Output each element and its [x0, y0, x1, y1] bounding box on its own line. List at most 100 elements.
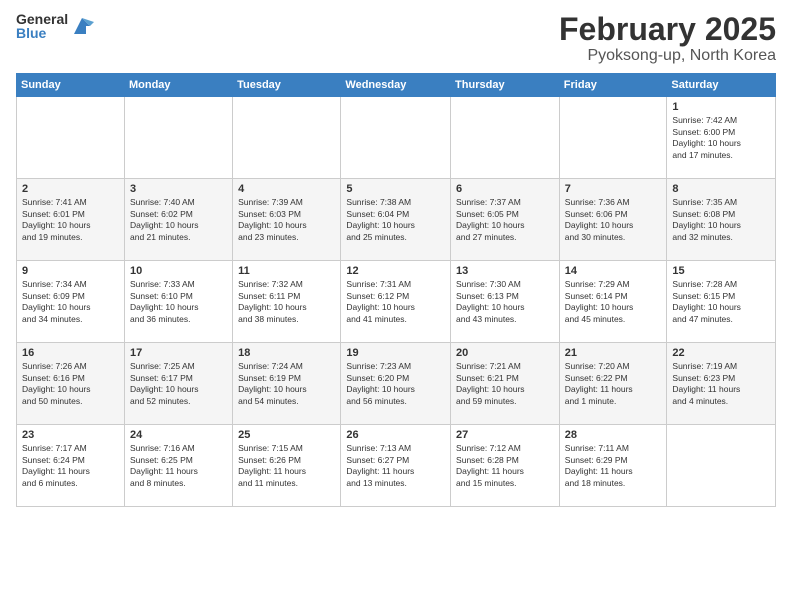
calendar-week-3: 16Sunrise: 7:26 AM Sunset: 6:16 PM Dayli… [17, 343, 776, 425]
day-info: Sunrise: 7:31 AM Sunset: 6:12 PM Dayligh… [346, 279, 445, 325]
day-number: 9 [22, 265, 119, 277]
day-info: Sunrise: 7:13 AM Sunset: 6:27 PM Dayligh… [346, 443, 445, 489]
day-number: 2 [22, 183, 119, 195]
day-number: 25 [238, 429, 335, 441]
day-number: 5 [346, 183, 445, 195]
day-info: Sunrise: 7:24 AM Sunset: 6:19 PM Dayligh… [238, 361, 335, 407]
header: General Blue February 2025 Pyoksong-up, … [16, 12, 776, 65]
calendar-week-4: 23 Sunrise: 7:17 AM Sunset: 6:24 PM Dayli… [17, 425, 776, 507]
day-number: 22 [672, 347, 770, 359]
logo: General Blue [16, 12, 94, 40]
calendar-week-2: 9 Sunrise: 7:34 AM Sunset: 6:09 PM Daylig… [17, 261, 776, 343]
day-info: Sunrise: 7:41 AM Sunset: 6:01 PM Dayligh… [22, 197, 119, 243]
day-number: 4 [238, 183, 335, 195]
day-info: Sunrise: 7:32 AM Sunset: 6:11 PM Dayligh… [238, 279, 335, 325]
calendar-cell: 10 Sunrise: 7:33 AM Sunset: 6:10 PM Dayli… [124, 261, 232, 343]
day-info: Sunrise: 7:26 AM Sunset: 6:16 PM Dayligh… [22, 361, 119, 407]
day-info: Sunrise: 7:21 AM Sunset: 6:21 PM Dayligh… [456, 361, 554, 407]
day-info: Sunrise: 7:37 AM Sunset: 6:05 PM Dayligh… [456, 197, 554, 243]
day-info: Sunrise: 7:25 AM Sunset: 6:17 PM Dayligh… [130, 361, 227, 407]
calendar-header-friday: Friday [559, 74, 667, 97]
calendar-cell: 5 Sunrise: 7:38 AM Sunset: 6:04 PM Daylig… [341, 179, 451, 261]
calendar-cell [233, 97, 341, 179]
calendar-cell [451, 97, 560, 179]
day-info: Sunrise: 7:39 AM Sunset: 6:03 PM Dayligh… [238, 197, 335, 243]
calendar-cell: 2 Sunrise: 7:41 AM Sunset: 6:01 PM Daylig… [17, 179, 125, 261]
day-info: Sunrise: 7:28 AM Sunset: 6:15 PM Dayligh… [672, 279, 770, 325]
day-number: 28 [565, 429, 662, 441]
calendar-header-saturday: Saturday [667, 74, 776, 97]
day-number: 23 [22, 429, 119, 441]
day-info: Sunrise: 7:33 AM Sunset: 6:10 PM Dayligh… [130, 279, 227, 325]
calendar-cell: 22 Sunrise: 7:19 AM Sunset: 6:23 PM Dayli… [667, 343, 776, 425]
calendar-cell [341, 97, 451, 179]
day-number: 19 [346, 347, 445, 359]
calendar-header-tuesday: Tuesday [233, 74, 341, 97]
day-info: Sunrise: 7:12 AM Sunset: 6:28 PM Dayligh… [456, 443, 554, 489]
calendar-cell: 13Sunrise: 7:30 AM Sunset: 6:13 PM Dayli… [451, 261, 560, 343]
calendar-cell [559, 97, 667, 179]
calendar-cell [667, 425, 776, 507]
day-number: 26 [346, 429, 445, 441]
calendar-week-0: 1 Sunrise: 7:42 AM Sunset: 6:00 PM Daylig… [17, 97, 776, 179]
day-info: Sunrise: 7:38 AM Sunset: 6:04 PM Dayligh… [346, 197, 445, 243]
calendar-cell: 20 Sunrise: 7:21 AM Sunset: 6:21 PM Dayli… [451, 343, 560, 425]
day-info: Sunrise: 7:20 AM Sunset: 6:22 PM Dayligh… [565, 361, 662, 407]
logo-text: General Blue [16, 12, 68, 40]
calendar-cell: 4 Sunrise: 7:39 AM Sunset: 6:03 PM Daylig… [233, 179, 341, 261]
day-number: 7 [565, 183, 662, 195]
day-info: Sunrise: 7:15 AM Sunset: 6:26 PM Dayligh… [238, 443, 335, 489]
day-info: Sunrise: 7:40 AM Sunset: 6:02 PM Dayligh… [130, 197, 227, 243]
logo-blue: Blue [16, 26, 68, 40]
title-section: February 2025 Pyoksong-up, North Korea [559, 12, 776, 65]
logo-general: General [16, 12, 68, 26]
day-number: 21 [565, 347, 662, 359]
month-title: February 2025 [559, 12, 776, 47]
day-number: 24 [130, 429, 227, 441]
calendar-week-1: 2 Sunrise: 7:41 AM Sunset: 6:01 PM Daylig… [17, 179, 776, 261]
day-number: 20 [456, 347, 554, 359]
calendar-cell: 9 Sunrise: 7:34 AM Sunset: 6:09 PM Daylig… [17, 261, 125, 343]
day-number: 6 [456, 183, 554, 195]
logo-icon [70, 14, 94, 38]
day-info: Sunrise: 7:36 AM Sunset: 6:06 PM Dayligh… [565, 197, 662, 243]
calendar-cell: 3Sunrise: 7:40 AM Sunset: 6:02 PM Daylig… [124, 179, 232, 261]
day-info: Sunrise: 7:23 AM Sunset: 6:20 PM Dayligh… [346, 361, 445, 407]
day-info: Sunrise: 7:35 AM Sunset: 6:08 PM Dayligh… [672, 197, 770, 243]
day-number: 17 [130, 347, 227, 359]
calendar-header-row: SundayMondayTuesdayWednesdayThursdayFrid… [17, 74, 776, 97]
day-info: Sunrise: 7:16 AM Sunset: 6:25 PM Dayligh… [130, 443, 227, 489]
day-number: 10 [130, 265, 227, 277]
calendar-header-monday: Monday [124, 74, 232, 97]
day-info: Sunrise: 7:11 AM Sunset: 6:29 PM Dayligh… [565, 443, 662, 489]
day-number: 8 [672, 183, 770, 195]
calendar-header-sunday: Sunday [17, 74, 125, 97]
calendar-cell: 28 Sunrise: 7:11 AM Sunset: 6:29 PM Dayli… [559, 425, 667, 507]
calendar-cell: 15 Sunrise: 7:28 AM Sunset: 6:15 PM Dayli… [667, 261, 776, 343]
day-info: Sunrise: 7:19 AM Sunset: 6:23 PM Dayligh… [672, 361, 770, 407]
location: Pyoksong-up, North Korea [559, 47, 776, 65]
day-number: 18 [238, 347, 335, 359]
calendar-cell: 12 Sunrise: 7:31 AM Sunset: 6:12 PM Dayli… [341, 261, 451, 343]
calendar-cell [17, 97, 125, 179]
day-info: Sunrise: 7:29 AM Sunset: 6:14 PM Dayligh… [565, 279, 662, 325]
day-info: Sunrise: 7:34 AM Sunset: 6:09 PM Dayligh… [22, 279, 119, 325]
calendar-header-thursday: Thursday [451, 74, 560, 97]
page: General Blue February 2025 Pyoksong-up, … [0, 0, 792, 612]
calendar-header-wednesday: Wednesday [341, 74, 451, 97]
day-info: Sunrise: 7:42 AM Sunset: 6:00 PM Dayligh… [672, 115, 770, 161]
calendar-cell: 23 Sunrise: 7:17 AM Sunset: 6:24 PM Dayli… [17, 425, 125, 507]
calendar-cell: 11Sunrise: 7:32 AM Sunset: 6:11 PM Dayli… [233, 261, 341, 343]
calendar-cell [124, 97, 232, 179]
day-number: 14 [565, 265, 662, 277]
calendar-cell: 19 Sunrise: 7:23 AM Sunset: 6:20 PM Dayli… [341, 343, 451, 425]
calendar-cell: 8 Sunrise: 7:35 AM Sunset: 6:08 PM Daylig… [667, 179, 776, 261]
day-number: 1 [672, 101, 770, 113]
day-number: 12 [346, 265, 445, 277]
day-number: 15 [672, 265, 770, 277]
calendar-cell: 27 Sunrise: 7:12 AM Sunset: 6:28 PM Dayli… [451, 425, 560, 507]
day-number: 27 [456, 429, 554, 441]
day-info: Sunrise: 7:17 AM Sunset: 6:24 PM Dayligh… [22, 443, 119, 489]
day-info: Sunrise: 7:30 AM Sunset: 6:13 PM Dayligh… [456, 279, 554, 325]
calendar-cell: 21 Sunrise: 7:20 AM Sunset: 6:22 PM Dayli… [559, 343, 667, 425]
